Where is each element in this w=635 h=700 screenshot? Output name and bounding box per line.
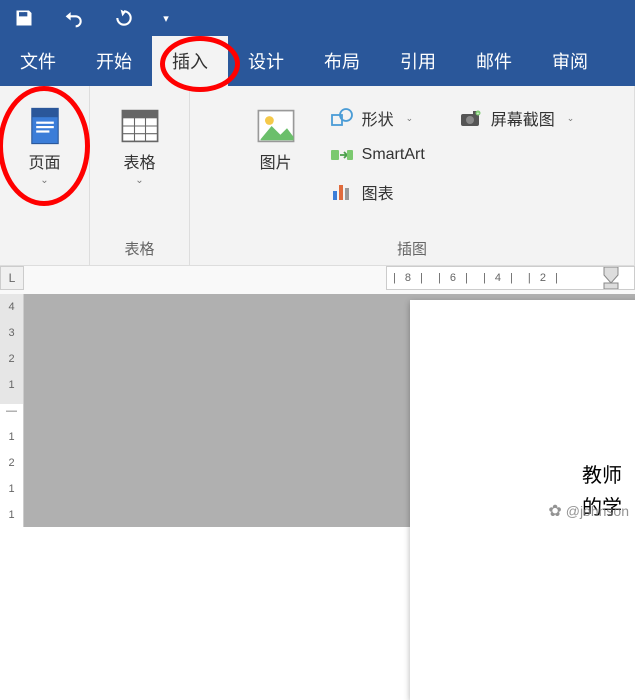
page-icon [23,104,67,148]
chart-icon [330,181,354,203]
vertical-ruler[interactable]: 4 3 2 1 — 1 2 1 1 [0,294,24,527]
shapes-label: 形状 [362,106,394,130]
tab-home[interactable]: 开始 [76,36,152,86]
watermark: ✿ @johnson [548,501,629,521]
horizontal-ruler[interactable]: | 8 | | 6 | | 4 | | 2 | [386,266,635,290]
ribbon-group-illustrations: 图片 形状 ⌄ SmartArt [190,86,635,265]
smartart-icon [330,144,354,166]
smartart-button[interactable]: SmartArt [322,140,433,170]
undo-button[interactable] [60,4,88,32]
flower-icon: ✿ [548,501,561,521]
pages-label: 页面 [28,154,60,173]
tab-design[interactable]: 设计 [228,36,304,86]
shapes-icon [330,107,354,129]
table-icon [118,104,162,148]
picture-button[interactable]: 图片 [242,98,310,179]
illustrations-small-buttons-2: + 屏幕截图 ⌄ [451,98,583,138]
chart-button[interactable]: 图表 [322,176,433,208]
document-area[interactable]: 教师 的学 [24,294,635,527]
smartart-label: SmartArt [362,146,425,164]
shapes-button[interactable]: 形状 ⌄ [322,102,433,134]
quick-access-toolbar: ▾ [0,0,635,36]
chevron-down-icon: ⌄ [567,113,575,124]
chevron-down-icon: ⌄ [406,113,414,124]
ribbon-group-label [42,240,46,263]
ribbon-group-pages: 页面 ⌄ [0,86,90,265]
illustrations-small-buttons: 形状 ⌄ SmartArt 图表 [322,98,433,212]
save-icon [14,8,34,28]
ribbon-group-label: 插图 [397,236,427,263]
redo-icon [114,8,134,28]
screenshot-button[interactable]: + 屏幕截图 ⌄ [451,102,583,134]
tab-references[interactable]: 引用 [380,36,456,86]
table-label: 表格 [123,154,155,173]
svg-text:+: + [476,111,479,117]
qat-customize-button[interactable]: ▾ [152,4,180,32]
ribbon-tabs: 文件 开始 插入 设计 布局 引用 邮件 审阅 [0,36,635,86]
picture-label: 图片 [260,154,292,173]
camera-icon: + [459,107,483,129]
document-page[interactable]: 教师 的学 [410,300,635,700]
ribbon-group-label: 表格 [124,236,154,263]
chart-label: 图表 [362,180,394,204]
tab-insert[interactable]: 插入 [152,36,228,86]
redo-button[interactable] [110,4,138,32]
undo-icon [64,8,84,28]
tab-file[interactable]: 文件 [0,36,76,86]
indent-marker[interactable] [602,266,620,290]
chevron-down-icon: ⌄ [135,175,143,186]
tab-mailings[interactable]: 邮件 [456,36,532,86]
table-button[interactable]: 表格 ⌄ [106,98,174,192]
ribbon-group-tables: 表格 ⌄ 表格 [90,86,190,265]
tab-layout[interactable]: 布局 [304,36,380,86]
chevron-down-icon: ▾ [163,12,169,25]
chevron-down-icon: ⌄ [40,175,48,186]
save-button[interactable] [10,4,38,32]
ribbon: 页面 ⌄ 表格 ⌄ 表格 图片 [0,86,635,266]
screenshot-label: 屏幕截图 [491,106,555,130]
picture-icon [254,104,298,148]
ruler-corner: L [0,266,24,290]
ruler-area: L | 8 | | 6 | | 4 | | 2 | [0,266,635,294]
pages-button[interactable]: 页面 ⌄ [11,98,79,192]
tab-review[interactable]: 审阅 [532,36,608,86]
